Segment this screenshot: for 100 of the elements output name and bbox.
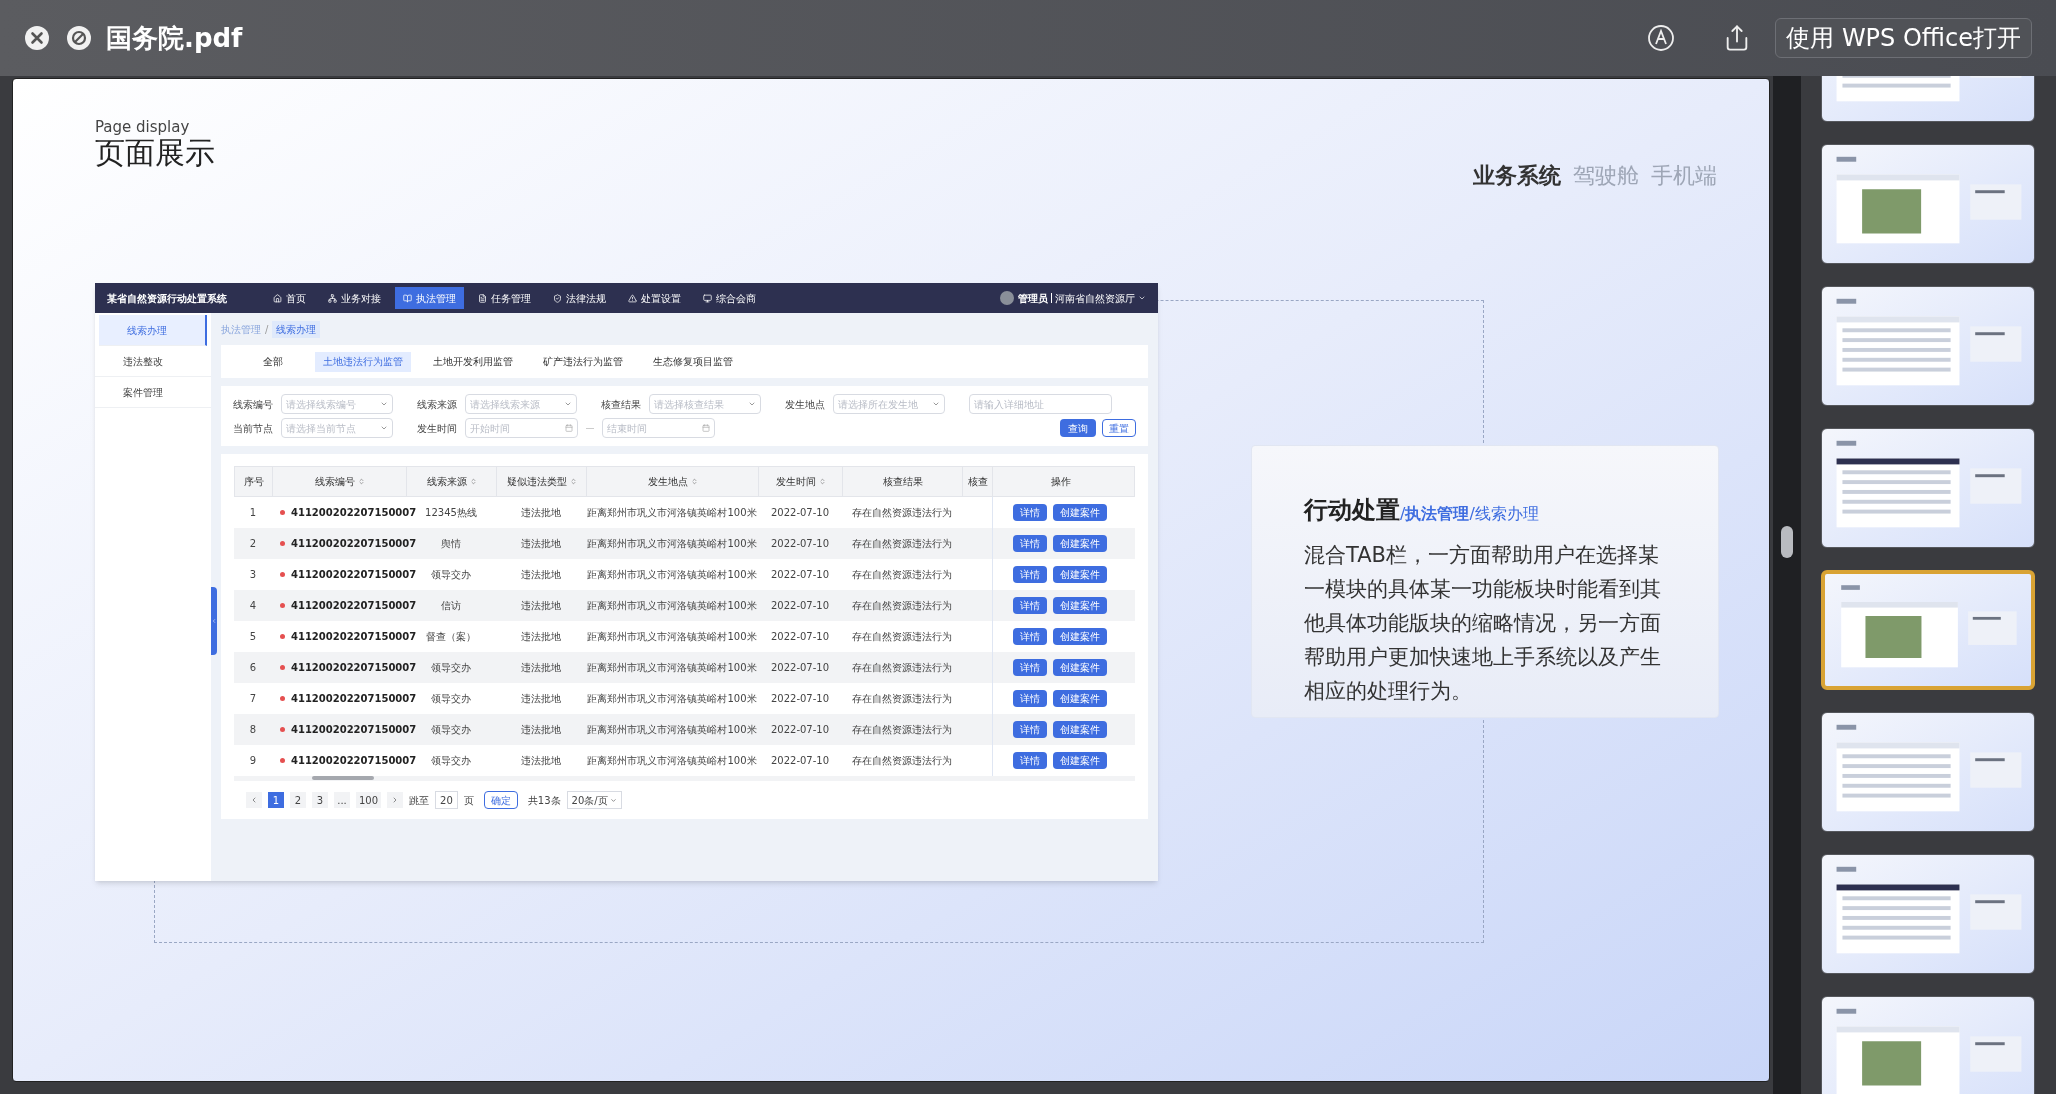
row-action-button[interactable]: 详情	[1013, 659, 1047, 676]
caret-icon[interactable]	[1138, 294, 1146, 302]
table-cell-text: 8	[249, 723, 257, 737]
page-thumbnail[interactable]	[1821, 712, 2035, 832]
nav-tab[interactable]: 任务管理	[470, 287, 539, 309]
column-header[interactable]: 核查	[963, 467, 993, 496]
column-header[interactable]: 线索来源	[407, 467, 497, 496]
table-cell-text: 存在自然资源违法行为	[852, 568, 952, 582]
page-number-field[interactable]: 20	[435, 791, 458, 809]
table-cell-text: 违法批地	[521, 599, 561, 613]
sidebar-item[interactable]: 案件管理	[95, 377, 211, 408]
column-header[interactable]: 疑似违法类型	[497, 467, 587, 496]
caret-icon	[932, 400, 940, 408]
caret-icon	[380, 424, 388, 432]
row-action-button[interactable]: 创建案件	[1053, 628, 1107, 645]
nav-icon	[403, 293, 412, 303]
nav-tab[interactable]: 法律法规	[545, 287, 614, 309]
row-action-button[interactable]: 创建案件	[1053, 535, 1107, 552]
nav-icon	[703, 293, 712, 303]
nav-tab[interactable]: 执法管理	[395, 287, 464, 309]
page-thumbnail[interactable]	[1821, 144, 2035, 264]
page-button[interactable]: 2	[290, 792, 306, 808]
row-action-button[interactable]: 详情	[1013, 752, 1047, 769]
table-cell-text: 2022-07-10	[770, 537, 830, 551]
view-tab[interactable]: 业务系统	[1473, 159, 1561, 192]
column-header[interactable]: 发生时间	[759, 467, 843, 496]
row-action-button[interactable]: 创建案件	[1053, 597, 1107, 614]
column-header[interactable]: 操作	[993, 467, 1128, 496]
table-cell-text: 411200202207150007	[291, 630, 417, 644]
table-cell-text: 违法批地	[521, 723, 561, 737]
row-action-button[interactable]: 创建案件	[1053, 721, 1107, 738]
table-cell-text: 2022-07-10	[770, 599, 830, 613]
breadcrumb-item[interactable]: 线索办理	[272, 320, 321, 338]
row-action-button[interactable]: 创建案件	[1053, 752, 1107, 769]
nav-tab[interactable]: 业务对接	[320, 287, 389, 309]
table-cell-text: 距离郑州市巩义市河洛镇英峪村100米	[587, 630, 757, 644]
category-tab[interactable]: 土地违法行为监管	[315, 351, 411, 372]
column-header[interactable]: 核查结果	[843, 467, 963, 496]
table-cell-text: 违法批地	[521, 630, 561, 644]
horizontal-scrollbar[interactable]	[234, 776, 1135, 781]
row-action-button[interactable]: 详情	[1013, 721, 1047, 738]
nav-tab[interactable]: 处置设置	[620, 287, 689, 309]
page-thumbnail[interactable]	[1821, 996, 2035, 1094]
markup-icon[interactable]	[1647, 24, 1676, 52]
row-action-button[interactable]: 详情	[1013, 535, 1047, 552]
calendar-icon	[565, 424, 573, 432]
category-tab[interactable]: 全部	[245, 351, 301, 372]
page-button[interactable]: 3	[312, 792, 328, 808]
breadcrumb-separator: /	[265, 322, 269, 337]
table-cell-text: 领导交办	[431, 754, 471, 768]
page-button[interactable]: 100	[356, 792, 382, 808]
table-row[interactable]: 8 411200202207150007 领导交办 违法批地 距离郑州市巩义市河洛镇英峪村100米 2022-07-10 存在自然资源违法行为 详情 创建案件	[234, 714, 1135, 745]
table-row[interactable]: 4 411200202207150007 信访 违法批地 距离郑州市巩义市河洛镇英峪村100米 2022-07-10 存在自然资源违法行为 详情 创建案件	[234, 590, 1135, 621]
row-action-button[interactable]: 详情	[1013, 628, 1047, 645]
user-avatar	[1000, 291, 1014, 305]
table-row[interactable]: 6 411200202207150007 领导交办 违法批地 距离郑州市巩义市河洛镇英峪村100米 2022-07-10 存在自然资源违法行为 详情 创建案件	[234, 652, 1135, 683]
category-tab[interactable]: 生态修复项目监管	[645, 351, 741, 372]
sidebar-item[interactable]: 违法整改	[95, 346, 211, 377]
row-action-button[interactable]: 详情	[1013, 597, 1047, 614]
table-cell-text: 2022-07-10	[770, 692, 830, 706]
page-thumbnail[interactable]	[1821, 286, 2035, 406]
caret-icon	[380, 400, 388, 408]
nav-tab[interactable]: 首页	[265, 287, 314, 309]
user-role: 管理员	[1018, 291, 1048, 306]
sidebar-item[interactable]: 线索办理	[99, 315, 207, 346]
row-action-button[interactable]: 详情	[1013, 566, 1047, 583]
row-action-button[interactable]: 创建案件	[1053, 504, 1107, 521]
slash-circle-icon[interactable]	[66, 25, 92, 51]
confirm-button[interactable]: 确定	[483, 791, 518, 809]
close-icon[interactable]	[24, 25, 50, 51]
reset-button[interactable]: 重置	[1102, 419, 1136, 437]
table-cell-text: 2022-07-10	[770, 506, 830, 520]
search-button[interactable]: 查询	[1060, 419, 1096, 437]
page-thumbnail[interactable]	[1821, 428, 2035, 548]
row-action-button[interactable]: 创建案件	[1053, 659, 1107, 676]
table-cell-text: 距离郑州市巩义市河洛镇英峪村100米	[587, 754, 757, 768]
category-tab[interactable]: 矿产违法行为监管	[535, 351, 631, 372]
row-action-button[interactable]: 详情	[1013, 504, 1047, 521]
page-thumbnail[interactable]	[1821, 854, 2035, 974]
category-tab[interactable]: 土地开发利用监管	[425, 351, 521, 372]
page-size-select[interactable]: 20条/页	[566, 791, 622, 809]
table-row[interactable]: 2 411200202207150007 舆情 违法批地 距离郑州市巩义市河洛镇英峪村100米 2022-07-10 存在自然资源违法行为 详情 创建案件	[234, 528, 1135, 559]
open-with-button[interactable]: 使用 WPS Office打开	[1775, 18, 2032, 58]
row-action-button[interactable]: 创建案件	[1053, 690, 1107, 707]
table-cell-text: 411200202207150007	[291, 506, 417, 520]
row-action-button[interactable]: 创建案件	[1053, 566, 1107, 583]
nav-tab[interactable]: 综合会商	[695, 287, 764, 309]
table-cell-text: 2022-07-10	[770, 568, 830, 582]
row-action-button[interactable]: 详情	[1013, 690, 1047, 707]
table-cell-text: 领导交办	[431, 568, 471, 582]
page-button[interactable]: 1	[268, 792, 284, 808]
table-cell-text: 违法批地	[521, 692, 561, 706]
page-button[interactable]: ...	[334, 792, 350, 808]
column-header[interactable]: 发生地点	[587, 467, 759, 496]
vertical-scrollbar-thumb[interactable]	[1781, 526, 1793, 558]
column-header[interactable]: 线索编号	[273, 467, 407, 496]
sort-icon	[818, 478, 826, 485]
page-thumbnail[interactable]	[1821, 570, 2035, 690]
collapse-handle[interactable]	[211, 587, 217, 655]
column-header[interactable]: 序号	[235, 467, 273, 496]
